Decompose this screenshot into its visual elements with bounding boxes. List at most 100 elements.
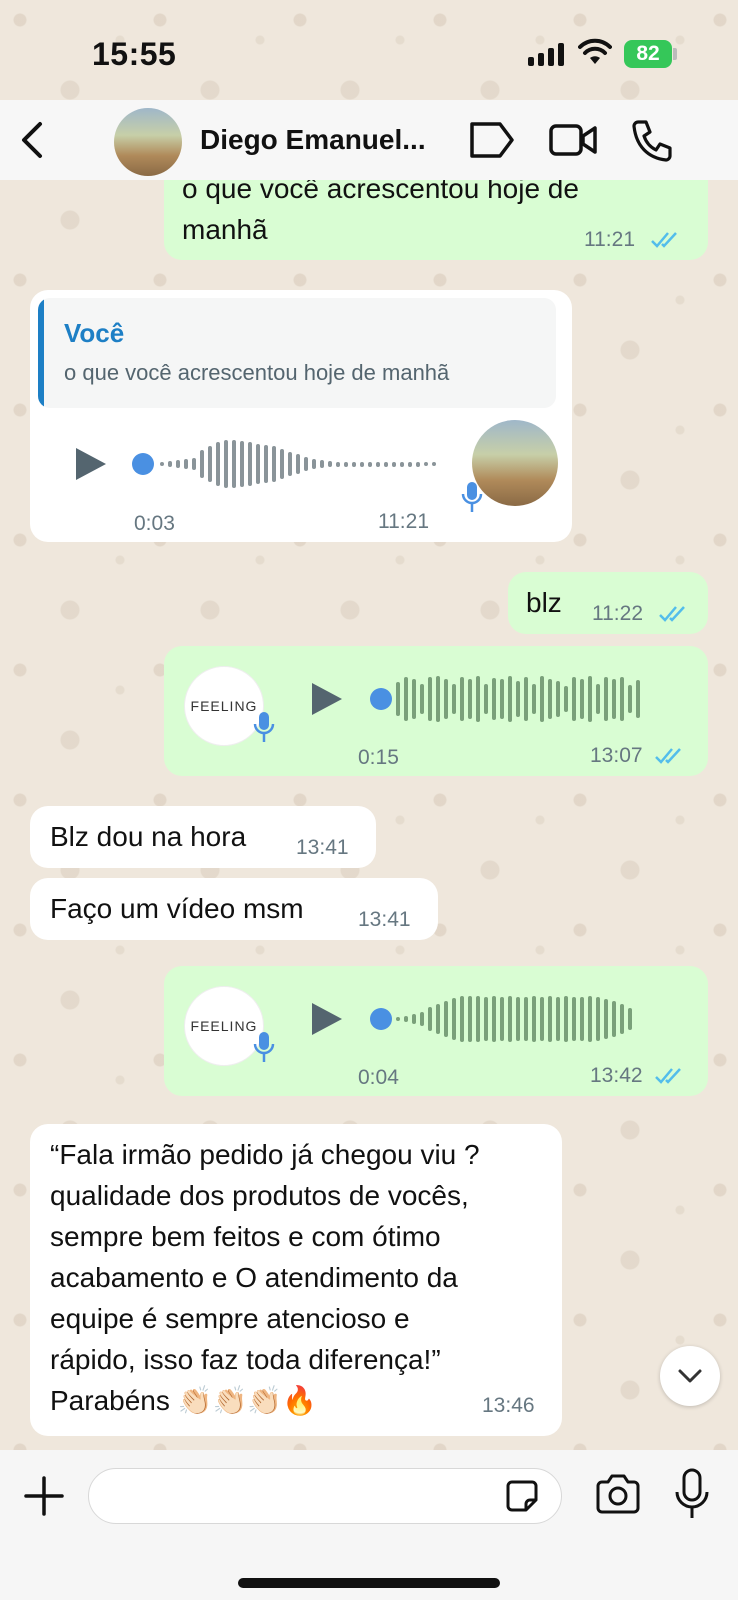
chat-header: Diego Emanuel... — [0, 100, 738, 180]
message-input[interactable] — [88, 1468, 562, 1524]
wifi-icon — [578, 38, 612, 64]
waveform-bar — [604, 999, 608, 1039]
message-line: “Fala irmão pedido já chegou viu ? — [50, 1139, 480, 1170]
waveform-bar — [492, 678, 496, 720]
video-call-icon[interactable] — [548, 118, 598, 162]
waveform-bar — [620, 677, 624, 721]
waveform-bar — [468, 679, 472, 719]
waveform-bar — [412, 1014, 416, 1024]
cellular-signal-icon — [528, 42, 564, 66]
waveform-bar — [176, 460, 180, 468]
audio-waveform[interactable] — [396, 674, 640, 724]
waveform-bar — [612, 679, 616, 719]
waveform-bar — [596, 997, 600, 1041]
quoted-message[interactable]: Você o que você acrescentou hoje de manh… — [38, 298, 556, 408]
message-time: 13:42 — [590, 1064, 643, 1087]
playback-scrubber[interactable] — [132, 453, 154, 475]
waveform-bar — [476, 996, 480, 1042]
outgoing-message[interactable]: o que você acrescentou hoje de manhã 11:… — [164, 180, 708, 260]
back-chevron-icon[interactable] — [12, 118, 56, 162]
message-time: 11:22 — [592, 602, 643, 625]
message-line: qualidade dos produtos de vocês, — [50, 1180, 469, 1211]
waveform-bar — [396, 1017, 400, 1021]
scroll-to-bottom-button[interactable] — [660, 1346, 720, 1406]
waveform-bar — [184, 459, 188, 469]
contact-avatar[interactable] — [114, 108, 182, 176]
waveform-bar — [540, 997, 544, 1041]
message-list[interactable]: o que você acrescentou hoje de manhã 11:… — [0, 180, 738, 1450]
waveform-bar — [192, 458, 196, 470]
waveform-bar — [404, 677, 408, 721]
battery-icon: 82 — [624, 40, 672, 68]
mic-icon — [461, 482, 483, 512]
message-time: 13:46 — [482, 1394, 535, 1417]
waveform-bar — [604, 677, 608, 721]
waveform-bar — [376, 461, 380, 467]
outgoing-message[interactable]: blz 11:22 — [508, 572, 708, 634]
waveform-bar — [516, 997, 520, 1041]
playback-scrubber[interactable] — [370, 1008, 392, 1030]
sender-avatar — [472, 420, 558, 506]
voice-call-icon[interactable] — [628, 118, 678, 162]
waveform-bar — [564, 996, 568, 1042]
waveform-bar — [280, 449, 284, 479]
waveform-bar — [556, 997, 560, 1041]
playback-scrubber[interactable] — [370, 688, 392, 710]
camera-icon[interactable] — [594, 1472, 642, 1516]
audio-waveform[interactable] — [396, 994, 632, 1044]
incoming-message[interactable]: “Fala irmão pedido já chegou viu ? quali… — [30, 1124, 562, 1436]
contact-name[interactable]: Diego Emanuel... — [200, 124, 426, 156]
plus-icon[interactable] — [22, 1474, 66, 1518]
audio-duration: 0:04 — [358, 1066, 399, 1089]
message-text: Faço um vídeo msm — [50, 893, 304, 924]
waveform-bar — [412, 679, 416, 719]
outgoing-voice-message[interactable]: FEELING 0:15 13:07 — [164, 646, 708, 776]
waveform-bar — [588, 996, 592, 1042]
waveform-bar — [500, 997, 504, 1041]
message-line: Parabéns 👏🏻👏🏻👏🏻🔥 — [50, 1385, 318, 1416]
waveform-bar — [580, 997, 584, 1041]
waveform-bar — [200, 450, 204, 478]
audio-waveform[interactable] — [160, 439, 436, 489]
waveform-bar — [168, 461, 172, 467]
waveform-bar — [208, 446, 212, 482]
quote-author: Você — [64, 318, 125, 348]
waveform-bar — [304, 457, 308, 471]
sticker-icon[interactable] — [502, 1476, 542, 1516]
play-icon[interactable] — [76, 448, 106, 480]
play-icon[interactable] — [312, 683, 342, 715]
waveform-bar — [444, 679, 448, 719]
label-tag-icon[interactable] — [466, 118, 516, 162]
read-receipt-icon — [651, 232, 677, 248]
read-receipt-icon — [655, 748, 681, 764]
waveform-bar — [572, 997, 576, 1041]
message-time: 13:41 — [296, 836, 349, 859]
incoming-voice-message[interactable]: Você o que você acrescentou hoje de manh… — [30, 290, 572, 542]
incoming-message[interactable]: Faço um vídeo msm 13:41 — [30, 878, 438, 940]
waveform-bar — [548, 996, 552, 1042]
incoming-message[interactable]: Blz dou na hora 13:41 — [30, 806, 376, 868]
waveform-bar — [484, 997, 488, 1041]
mic-icon[interactable] — [672, 1468, 712, 1520]
message-line: equipe é sempre atencioso e — [50, 1303, 410, 1334]
waveform-bar — [368, 461, 372, 467]
audio-duration: 0:03 — [134, 512, 175, 535]
waveform-bar — [548, 679, 552, 719]
waveform-bar — [476, 676, 480, 722]
waveform-bar — [432, 462, 436, 466]
play-icon[interactable] — [312, 1003, 342, 1035]
waveform-bar — [508, 996, 512, 1042]
waveform-bar — [444, 1001, 448, 1037]
waveform-bar — [240, 441, 244, 487]
waveform-bar — [620, 1004, 624, 1034]
waveform-bar — [248, 442, 252, 486]
waveform-bar — [396, 682, 400, 716]
waveform-bar — [508, 676, 512, 722]
waveform-bar — [420, 684, 424, 714]
waveform-bar — [160, 462, 164, 466]
waveform-bar — [460, 996, 464, 1042]
message-text: o que você acrescentou hoje de — [182, 180, 579, 204]
battery-tip — [673, 48, 677, 60]
message-text: Blz dou na hora — [50, 821, 247, 852]
outgoing-voice-message[interactable]: FEELING 0:04 13:42 — [164, 966, 708, 1096]
